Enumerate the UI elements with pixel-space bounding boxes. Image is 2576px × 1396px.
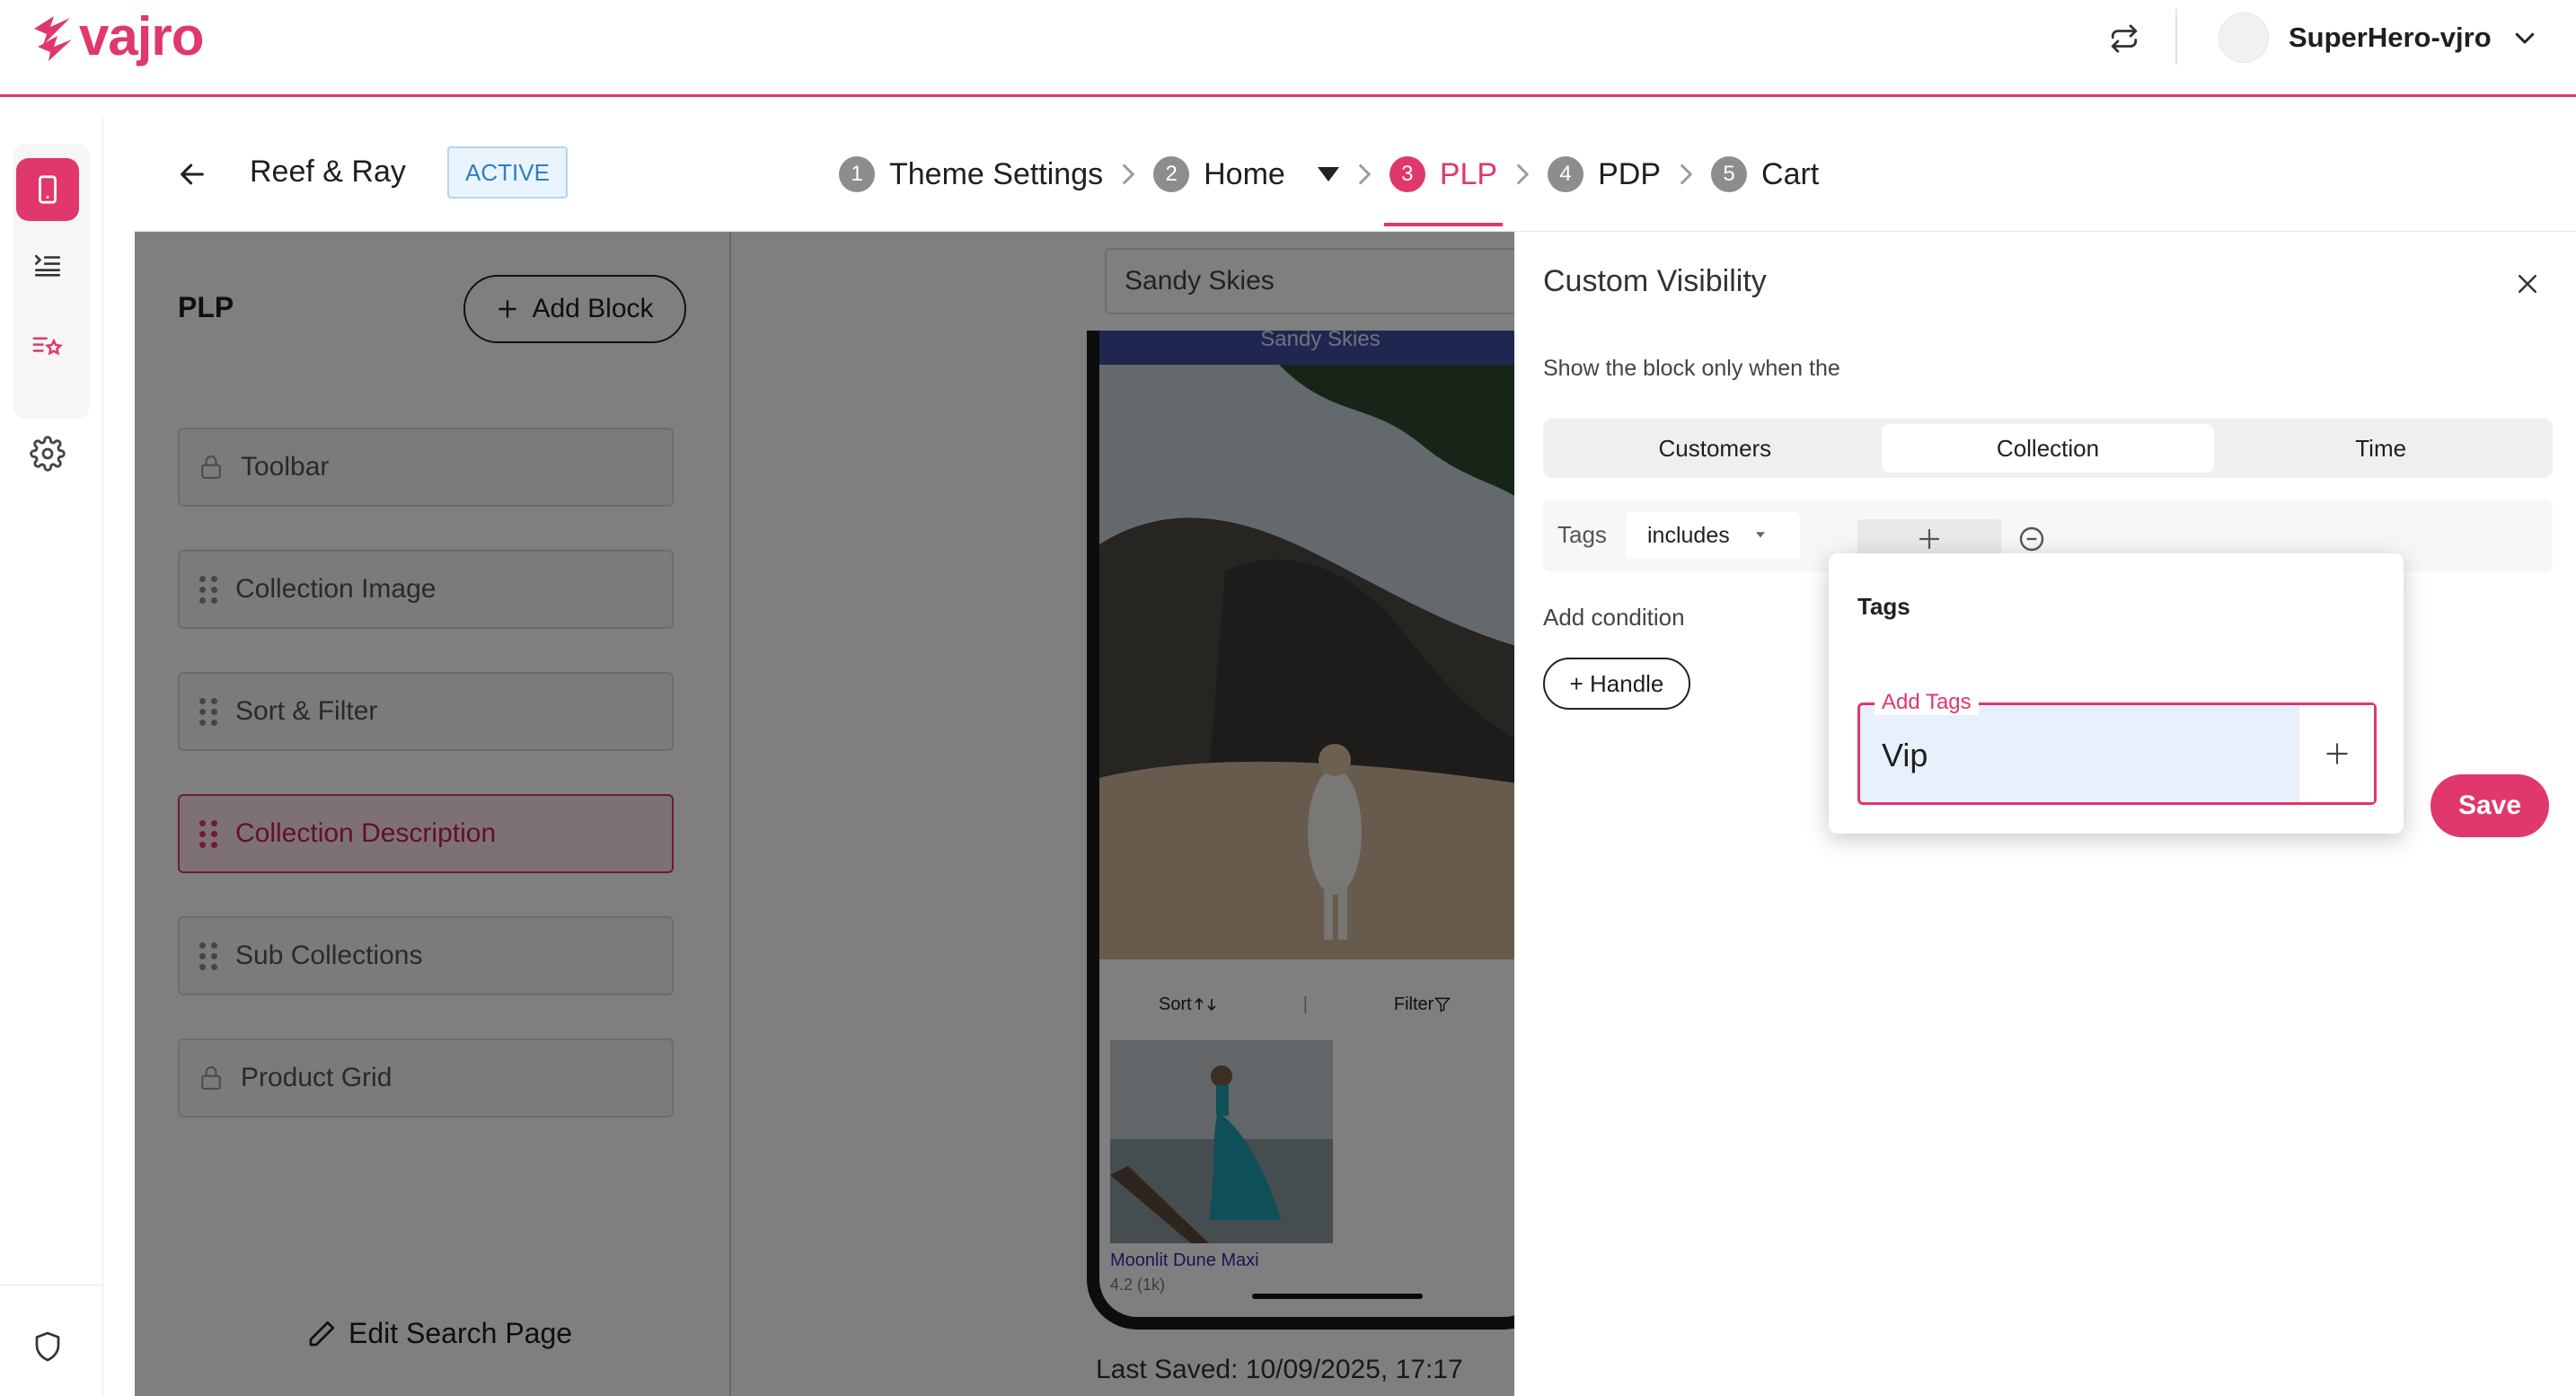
step-number: 3 [1389, 156, 1425, 192]
logo-text: vajro [79, 6, 204, 66]
tab-customers[interactable]: Customers [1548, 424, 1882, 473]
popover-title: Tags [1857, 593, 1910, 620]
left-rail [0, 117, 103, 1396]
status-badge: ACTIVE [447, 146, 568, 199]
step-label: Cart [1761, 156, 1820, 191]
chevron-right-icon [1358, 163, 1372, 185]
tab-collection[interactable]: Collection [1881, 424, 2215, 473]
drawer-description: Show the block only when the [1543, 356, 1840, 381]
step-pdp[interactable]: 4 PDP [1548, 156, 1661, 192]
tag-input[interactable] [1882, 730, 2295, 781]
operator-value: includes [1647, 522, 1730, 548]
top-bar: vajro SuperHero-vjro [0, 0, 2576, 97]
topbar-divider [2175, 9, 2177, 65]
step-number: 5 [1711, 156, 1748, 192]
vajro-logo[interactable]: vajro [31, 5, 204, 68]
step-number: 2 [1153, 156, 1190, 192]
step-number: 4 [1548, 156, 1584, 192]
editor-header: Reef & Ray ACTIVE 1 Theme Settings 2 Hom… [135, 117, 2576, 232]
step-theme-settings[interactable]: 1 Theme Settings [839, 156, 1103, 192]
add-tags-label: Add Tags [1875, 690, 1979, 715]
remove-circle-icon[interactable] [2017, 525, 2046, 553]
tags-popover: Tags Add Tags [1829, 553, 2404, 834]
account-menu[interactable]: SuperHero-vjro [2219, 13, 2538, 63]
add-handle-button[interactable]: + Handle [1543, 658, 1690, 710]
close-icon [2519, 275, 2536, 293]
step-cart[interactable]: 5 Cart [1711, 156, 1819, 192]
step-label: PDP [1598, 156, 1662, 191]
step-home[interactable]: 2 Home [1153, 156, 1339, 192]
store-name: Reef & Ray [250, 155, 406, 189]
page-steps: 1 Theme Settings 2 Home 3 PLP 4 PDP 5 Ca… [839, 151, 1819, 226]
close-button[interactable] [2510, 266, 2545, 302]
step-label: Home [1204, 156, 1285, 191]
condition-field-label: Tags [1557, 521, 1607, 548]
step-label: Theme Settings [889, 156, 1104, 191]
add-tag-button[interactable] [2298, 705, 2374, 802]
account-name: SuperHero-vjro [2289, 22, 2492, 53]
tab-time[interactable]: Time [2214, 424, 2547, 473]
chevron-right-icon [1680, 163, 1693, 185]
add-condition-label: Add condition [1543, 604, 1685, 631]
rail-featured-list-button[interactable] [16, 314, 79, 377]
arrow-left-icon [181, 163, 204, 185]
swap-icon [2111, 24, 2138, 53]
plus-icon [1919, 528, 1940, 550]
step-label: PLP [1439, 156, 1498, 191]
gear-icon [30, 436, 66, 472]
condition-operator-select[interactable]: includes [1626, 512, 1800, 559]
visibility-tabs: Customers Collection Time [1543, 419, 2553, 478]
chevron-right-icon [1516, 163, 1530, 185]
vajro-logo-icon [34, 16, 72, 61]
list-star-icon [32, 337, 63, 356]
caret-down-icon [1755, 532, 1765, 538]
rail-outline-button[interactable] [16, 234, 79, 296]
phone-icon [39, 175, 57, 204]
editor-canvas: PLP Add Block Toolbar Collection Image S… [135, 232, 1514, 1396]
step-plp[interactable]: 3 PLP [1383, 156, 1504, 226]
save-button[interactable]: Save [2430, 774, 2549, 837]
chevron-down-icon [2515, 32, 2534, 44]
step-number: 1 [839, 156, 875, 192]
caret-down-icon[interactable] [1317, 167, 1339, 181]
chevron-right-icon [1122, 163, 1135, 185]
modal-backdrop[interactable] [135, 232, 1514, 1396]
rail-settings-button[interactable] [16, 422, 79, 485]
rail-device-preview-button[interactable] [16, 158, 79, 221]
drawer-title: Custom Visibility [1543, 264, 1767, 298]
rail-divider [0, 1285, 103, 1286]
store-avatar [2219, 13, 2269, 63]
switch-store-button[interactable] [2102, 16, 2147, 61]
plus-icon [2325, 743, 2348, 764]
list-indent-icon [34, 254, 61, 277]
rail-security-button[interactable] [16, 1315, 79, 1378]
shield-icon [35, 1331, 60, 1362]
back-button[interactable] [171, 153, 214, 196]
add-tags-field: Add Tags [1857, 690, 2377, 805]
